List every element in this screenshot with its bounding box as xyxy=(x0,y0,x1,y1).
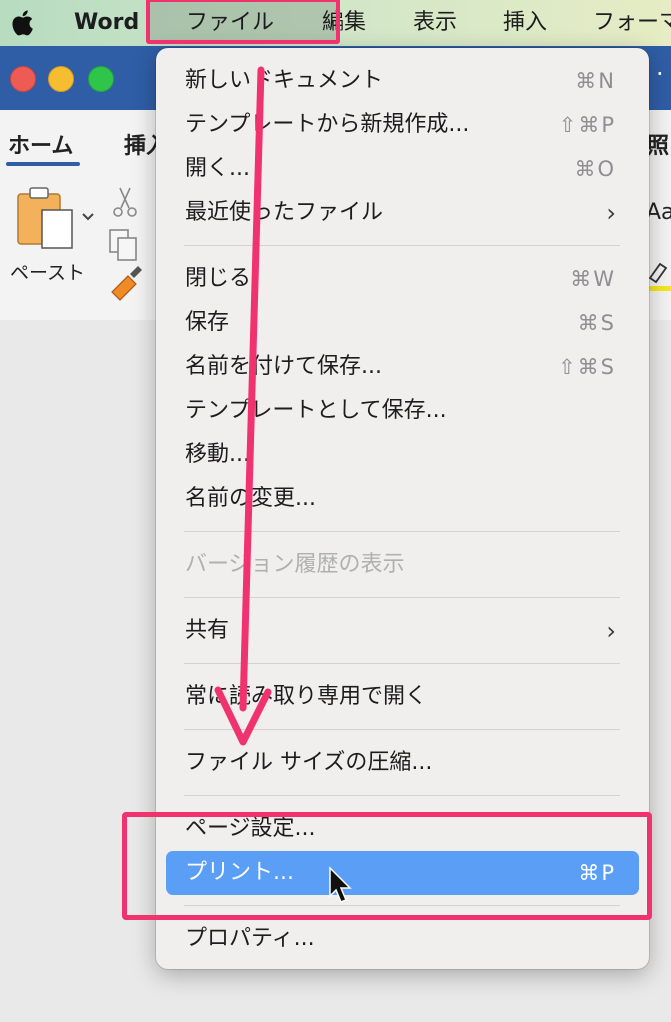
annotation-highlight-file-menu xyxy=(146,0,340,44)
menu-item[interactable]: 常に読み取り専用で開く xyxy=(156,675,649,719)
apple-logo-icon[interactable] xyxy=(10,9,36,37)
styles-preview-fragment[interactable]: Aa xyxy=(646,200,671,225)
menu-item[interactable]: テンプレートとして保存... xyxy=(156,389,649,433)
menu-item[interactable]: 保存 ⌘S xyxy=(156,301,649,345)
menu-item-label: 開く... xyxy=(185,156,250,181)
menu-item-shortcut: ⇧⌘S xyxy=(558,355,616,379)
menu-separator xyxy=(184,531,620,532)
menu-item-label: 新しいドキュメント xyxy=(185,68,384,93)
menu-item[interactable]: 最近使ったファイル › xyxy=(156,191,649,235)
menu-item[interactable]: 共有 › xyxy=(156,609,649,653)
menu-separator xyxy=(184,729,620,730)
title-overflow-dot: · xyxy=(656,60,664,88)
menu-item-label: バージョン履歴の表示 xyxy=(185,552,405,577)
menu-item-label: テンプレートから新規作成... xyxy=(185,112,470,137)
menu-item[interactable]: ファイル サイズの圧縮... xyxy=(156,741,649,785)
menu-item-label: 常に読み取り専用で開く xyxy=(185,684,428,709)
menu-item-shortcut: ⇧⌘P xyxy=(558,113,616,137)
menu-view[interactable]: 表示 xyxy=(413,0,457,46)
menu-item-label: 名前を付けて保存... xyxy=(185,354,382,379)
zoom-window-button[interactable] xyxy=(88,66,114,92)
tab-home[interactable]: ホーム xyxy=(8,128,73,160)
menu-separator xyxy=(184,597,620,598)
menu-item-label: 閉じる xyxy=(185,266,252,291)
tab-references-fragment[interactable]: 照 xyxy=(647,128,669,160)
menu-item[interactable]: 新しいドキュメント ⌘N xyxy=(156,59,649,103)
menu-item[interactable]: 開く... ⌘O xyxy=(156,147,649,191)
menu-insert[interactable]: 挿入 xyxy=(503,0,547,46)
menu-item-shortcut: ⌘N xyxy=(575,69,616,93)
annotation-highlight-print-group xyxy=(122,812,652,920)
menu-item: バージョン履歴の表示 xyxy=(156,543,649,587)
menu-item-label: ファイル サイズの圧縮... xyxy=(185,750,433,775)
menu-separator xyxy=(184,795,620,796)
menu-item[interactable]: プロパティ... xyxy=(156,917,649,961)
menu-item-shortcut: ⌘S xyxy=(577,311,616,335)
close-window-button[interactable] xyxy=(10,66,36,92)
paste-label: ペースト xyxy=(10,262,86,284)
menu-item-shortcut: ⌘W xyxy=(570,267,616,291)
chevron-right-icon: › xyxy=(606,617,616,645)
tab-home-underline xyxy=(6,162,80,166)
minimize-window-button[interactable] xyxy=(48,66,74,92)
menu-separator xyxy=(184,245,620,246)
menu-item-label: 名前の変更... xyxy=(185,486,316,511)
menu-format[interactable]: フォーマ xyxy=(593,0,671,46)
menu-item-label: 共有 xyxy=(185,618,230,643)
menu-item[interactable]: 名前を付けて保存... ⇧⌘S xyxy=(156,345,649,389)
chevron-right-icon: › xyxy=(606,199,616,227)
menu-item[interactable]: 移動... xyxy=(156,433,649,477)
menu-item[interactable]: テンプレートから新規作成... ⇧⌘P xyxy=(156,103,649,147)
menu-item-label: 最近使ったファイル xyxy=(185,200,384,225)
menu-item-label: 移動... xyxy=(185,442,250,467)
menu-item[interactable]: 名前の変更... xyxy=(156,477,649,521)
menu-app-word[interactable]: Word xyxy=(74,0,139,46)
menu-item-label: 保存 xyxy=(185,310,230,335)
menu-item-label: プロパティ... xyxy=(185,926,315,951)
menu-item-shortcut: ⌘O xyxy=(574,157,616,181)
menu-item-label: テンプレートとして保存... xyxy=(185,398,447,423)
menu-item[interactable]: 閉じる ⌘W xyxy=(156,257,649,301)
menu-separator xyxy=(184,663,620,664)
